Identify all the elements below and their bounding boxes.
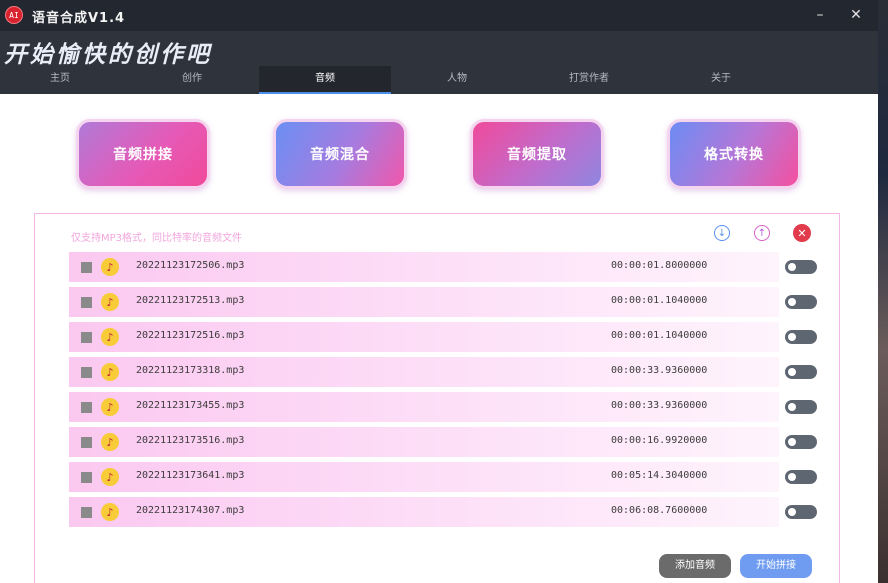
audio-mix-button[interactable]: 音频混合 [273, 119, 407, 189]
file-name: 20221123172516.mp3 [136, 330, 245, 341]
list-item[interactable]: ♪ 20221123173318.mp3 00:00:33.9360000 [69, 357, 817, 387]
file-duration: 00:00:16.9920000 [611, 435, 708, 446]
file-name: 20221123174307.mp3 [136, 505, 245, 516]
list-item[interactable]: ♪ 20221123172506.mp3 00:00:01.8000000 [69, 252, 817, 282]
file-name: 20221123173516.mp3 [136, 435, 245, 446]
row-checkbox[interactable] [81, 332, 92, 343]
format-convert-button[interactable]: 格式转换 [667, 119, 801, 189]
header-bar: 开始愉快的创作吧 主页 创作 音频 人物 打赏作者 关于 [0, 31, 878, 94]
file-name: 20221123172513.mp3 [136, 295, 245, 306]
file-duration: 00:05:14.3040000 [611, 470, 708, 481]
row-checkbox[interactable] [81, 297, 92, 308]
music-note-icon: ♪ [101, 328, 119, 346]
tab-home[interactable]: 主页 [0, 66, 126, 94]
tab-about[interactable]: 关于 [655, 66, 787, 94]
row-checkbox[interactable] [81, 472, 92, 483]
file-duration: 00:06:08.7600000 [611, 505, 708, 516]
slogan-text: 开始愉快的创作吧 [4, 41, 212, 68]
list-item[interactable]: ♪ 20221123172516.mp3 00:00:01.1040000 [69, 322, 817, 352]
row-toggle[interactable] [785, 260, 817, 274]
file-name: 20221123173455.mp3 [136, 400, 245, 411]
row-checkbox[interactable] [81, 402, 92, 413]
list-item[interactable]: ♪ 20221123174307.mp3 00:06:08.7600000 [69, 497, 817, 527]
format-hint: 仅支持MP3格式，同比特率的音频文件 [71, 233, 243, 244]
tab-create[interactable]: 创作 [126, 66, 258, 94]
tab-audio[interactable]: 音频 [259, 66, 391, 94]
row-checkbox[interactable] [81, 262, 92, 273]
list-item[interactable]: ♪ 20221123173641.mp3 00:05:14.3040000 [69, 462, 817, 492]
app-title: 语音合成V1.4 [32, 11, 126, 26]
file-duration: 00:00:01.1040000 [611, 330, 708, 341]
music-note-icon: ♪ [101, 433, 119, 451]
list-item[interactable]: ♪ 20221123173455.mp3 00:00:33.9360000 [69, 392, 817, 422]
list-item[interactable]: ♪ 20221123173516.mp3 00:00:16.9920000 [69, 427, 817, 457]
row-toggle[interactable] [785, 330, 817, 344]
add-audio-button[interactable]: 添加音频 [659, 554, 731, 578]
music-note-icon: ♪ [101, 468, 119, 486]
file-name: 20221123172506.mp3 [136, 260, 245, 271]
title-bar[interactable]: AI 语音合成V1.4 – ✕ [0, 0, 878, 31]
tab-donate[interactable]: 打赏作者 [523, 66, 655, 94]
delete-circle-icon[interactable]: ✕ [793, 224, 811, 242]
close-button[interactable]: ✕ [842, 4, 870, 26]
audio-extract-button[interactable]: 音频提取 [470, 119, 604, 189]
row-checkbox[interactable] [81, 507, 92, 518]
app-logo-text: AI [9, 10, 19, 20]
app-window: AI 语音合成V1.4 – ✕ 开始愉快的创作吧 主页 创作 音频 人物 打赏作… [0, 0, 878, 583]
music-note-icon: ♪ [101, 398, 119, 416]
app-logo-icon: AI [5, 6, 23, 24]
upload-circle-icon[interactable]: ↑ [754, 225, 770, 241]
file-name: 20221123173641.mp3 [136, 470, 245, 481]
file-duration: 00:00:33.9360000 [611, 400, 708, 411]
file-list-panel: 仅支持MP3格式，同比特率的音频文件 ↓ ↑ ✕ ♪ 2022112317250… [34, 213, 840, 583]
list-item[interactable]: ♪ 20221123172513.mp3 00:00:01.1040000 [69, 287, 817, 317]
music-note-icon: ♪ [101, 258, 119, 276]
row-toggle[interactable] [785, 505, 817, 519]
music-note-icon: ♪ [101, 363, 119, 381]
row-checkbox[interactable] [81, 367, 92, 378]
music-note-icon: ♪ [101, 293, 119, 311]
music-note-icon: ♪ [101, 503, 119, 521]
download-circle-icon[interactable]: ↓ [714, 225, 730, 241]
file-duration: 00:00:33.9360000 [611, 365, 708, 376]
row-toggle[interactable] [785, 295, 817, 309]
file-name: 20221123173318.mp3 [136, 365, 245, 376]
desktop-background [878, 0, 888, 583]
row-toggle[interactable] [785, 435, 817, 449]
row-toggle[interactable] [785, 400, 817, 414]
minimize-button[interactable]: – [806, 4, 834, 26]
file-duration: 00:00:01.8000000 [611, 260, 708, 271]
audio-concat-button[interactable]: 音频拼接 [76, 119, 210, 189]
row-checkbox[interactable] [81, 437, 92, 448]
main-tabs: 主页 创作 音频 人物 打赏作者 关于 [0, 66, 878, 94]
tab-characters[interactable]: 人物 [391, 66, 523, 94]
row-toggle[interactable] [785, 365, 817, 379]
start-concat-button[interactable]: 开始拼接 [740, 554, 812, 578]
file-duration: 00:00:01.1040000 [611, 295, 708, 306]
row-toggle[interactable] [785, 470, 817, 484]
